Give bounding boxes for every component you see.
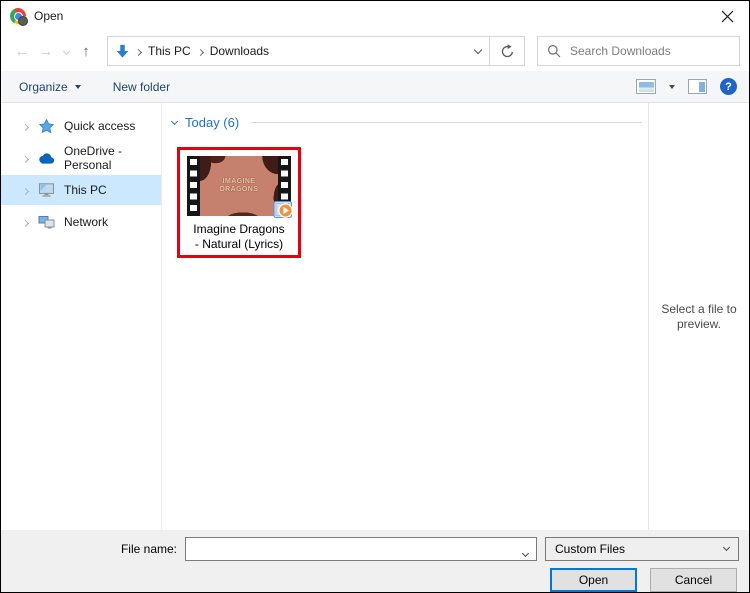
file-name-input[interactable] xyxy=(185,537,537,561)
open-file-dialog: Open ← → ↑ This PC Downloads xyxy=(0,0,750,593)
filename-dropdown-chevron-icon[interactable] xyxy=(523,545,528,559)
new-folder-label: New folder xyxy=(113,80,170,94)
commandbar-right-icons: ? xyxy=(636,78,737,95)
thumbnail-artwork: IMAGINE DRAGONS xyxy=(200,156,278,216)
expand-chevron-icon[interactable] xyxy=(23,215,28,229)
open-button[interactable]: Open xyxy=(550,568,637,592)
cancel-button[interactable]: Cancel xyxy=(650,568,737,592)
group-collapse-chevron-icon xyxy=(171,117,178,124)
file-list-area: Today (6) IMAGINE DRAGONS xyxy=(161,103,648,530)
file-item-imagine-dragons[interactable]: IMAGINE DRAGONS Imagine Dragons xyxy=(187,156,291,252)
forward-button[interactable]: → xyxy=(34,44,58,59)
command-bar: Organize New folder ? xyxy=(1,71,749,103)
file-name-label: File name: xyxy=(121,542,177,556)
star-icon xyxy=(37,118,55,134)
refresh-button[interactable] xyxy=(490,36,525,66)
close-button[interactable] xyxy=(705,1,749,31)
address-dropdown-chevron-icon[interactable] xyxy=(475,43,481,57)
breadcrumb-this-pc[interactable]: This PC xyxy=(148,44,191,58)
organize-label: Organize xyxy=(19,80,68,94)
view-dropdown-icon[interactable] xyxy=(669,85,675,89)
breadcrumb-downloads[interactable]: Downloads xyxy=(210,44,269,58)
network-icon xyxy=(37,214,55,230)
onedrive-cloud-icon xyxy=(37,150,55,166)
close-icon xyxy=(721,10,734,23)
file-name-caption: Imagine Dragons - Natural (Lyrics) xyxy=(187,222,291,252)
refresh-icon xyxy=(500,44,515,59)
group-header-line xyxy=(251,122,642,123)
up-button[interactable]: ↑ xyxy=(74,44,98,59)
expand-chevron-icon[interactable] xyxy=(23,151,28,165)
help-icon[interactable]: ? xyxy=(720,78,737,95)
back-button[interactable]: ← xyxy=(10,44,34,59)
search-icon xyxy=(547,44,561,58)
breadcrumb-chevron-icon xyxy=(198,44,203,58)
dialog-footer: File name: Custom Files Open Cancel xyxy=(1,530,749,592)
search-box[interactable] xyxy=(537,36,740,66)
navigation-sidebar: Quick access OneDrive - Personal xyxy=(1,103,161,530)
sidebar-item-this-pc[interactable]: This PC xyxy=(1,175,161,205)
breadcrumb-chevron-icon xyxy=(136,44,141,58)
sidebar-item-label: Network xyxy=(64,215,108,229)
sidebar-item-label: Quick access xyxy=(64,119,135,133)
sidebar-item-onedrive[interactable]: OneDrive - Personal xyxy=(1,143,161,173)
file-type-select[interactable]: Custom Files xyxy=(545,537,739,561)
organize-menu-button[interactable]: Organize xyxy=(19,80,81,94)
sidebar-item-network[interactable]: Network xyxy=(1,207,161,237)
address-bar[interactable]: This PC Downloads xyxy=(107,36,490,66)
title-bar: Open xyxy=(1,1,749,31)
sidebar-item-label: OneDrive - Personal xyxy=(64,144,161,172)
file-name-combo xyxy=(185,537,537,561)
video-thumbnail: IMAGINE DRAGONS xyxy=(187,156,291,216)
expand-chevron-icon[interactable] xyxy=(23,119,28,133)
window-title: Open xyxy=(34,9,63,23)
group-header-today[interactable]: Today (6) xyxy=(172,115,648,130)
file-type-value: Custom Files xyxy=(555,542,724,556)
search-input[interactable] xyxy=(570,44,730,58)
group-header-label: Today (6) xyxy=(185,115,239,130)
computer-icon xyxy=(37,182,55,198)
organize-dropdown-icon xyxy=(75,85,81,89)
thumbnail-view-icon[interactable] xyxy=(636,79,656,94)
preview-pane-icon[interactable] xyxy=(688,79,707,94)
preview-pane: Select a file to preview. xyxy=(648,103,749,530)
preview-message: Select a file to preview. xyxy=(655,302,743,332)
recent-locations-chevron-icon[interactable] xyxy=(58,43,74,57)
filetype-dropdown-chevron-icon xyxy=(723,544,730,551)
new-folder-button[interactable]: New folder xyxy=(113,80,170,94)
expand-chevron-icon[interactable] xyxy=(23,183,28,197)
downloads-folder-icon xyxy=(116,44,129,59)
red-annotation-box: IMAGINE DRAGONS Imagine Dragons xyxy=(177,147,301,258)
media-play-overlay-icon xyxy=(273,199,294,220)
thumbnail-artwork-text: IMAGINE DRAGONS xyxy=(216,178,262,194)
file-name-line2: - Natural (Lyrics) xyxy=(187,237,291,252)
chrome-icon xyxy=(10,8,26,24)
navigation-bar: ← → ↑ This PC Downloads xyxy=(1,31,749,71)
main-content: Quick access OneDrive - Personal xyxy=(1,103,749,530)
file-name-line1: Imagine Dragons xyxy=(187,222,291,237)
sidebar-item-quick-access[interactable]: Quick access xyxy=(1,111,161,141)
sidebar-item-label: This PC xyxy=(64,183,107,197)
